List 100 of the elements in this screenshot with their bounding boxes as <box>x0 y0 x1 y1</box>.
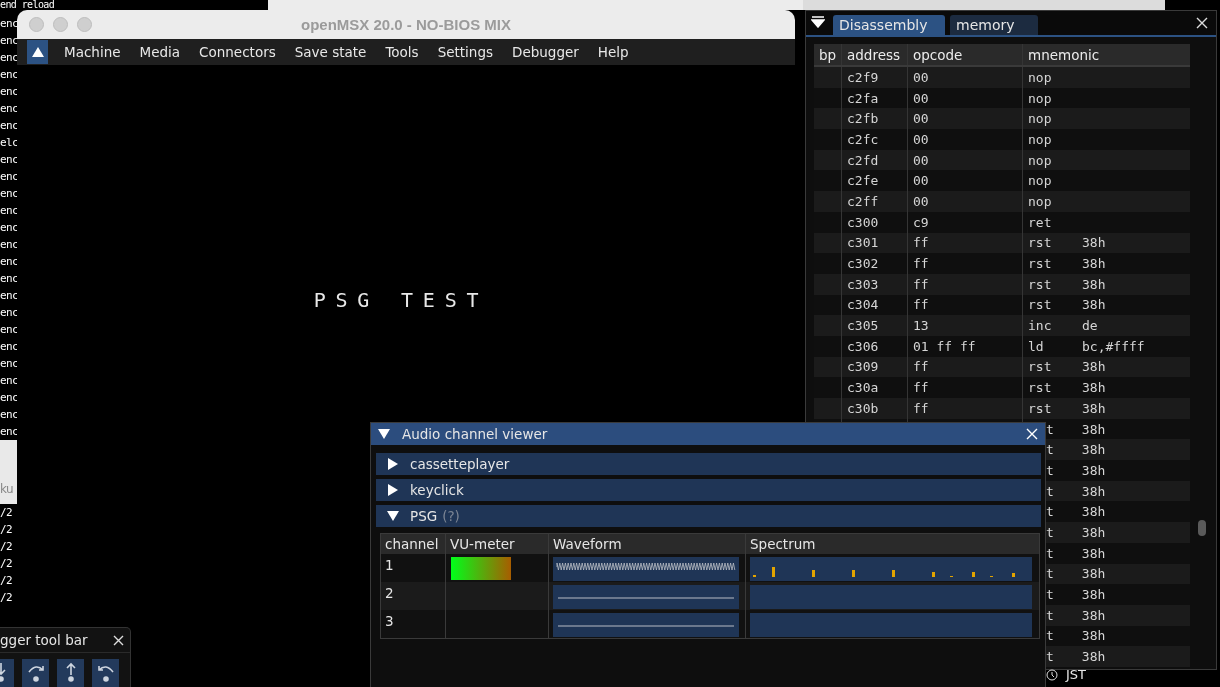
table-cell: c303 <box>847 276 879 292</box>
window-title: Audio channel viewer <box>402 426 548 442</box>
terminal-line: /2 <box>0 522 13 538</box>
table-cell: 38h <box>1081 628 1106 644</box>
triangle-right-icon <box>387 484 399 496</box>
terminal-line: enc <box>0 152 19 168</box>
table-cell-text: rst <box>1028 235 1053 251</box>
table-cell: 38h <box>1082 359 1106 375</box>
terminal-line: /2 <box>0 590 13 606</box>
close-icon[interactable] <box>1196 17 1208 29</box>
table-cell: t <box>1046 442 1054 458</box>
screen-text: PSG TEST <box>313 288 489 312</box>
table-cell-text: nop <box>1028 69 1053 85</box>
table-cell-text: ld <box>1028 338 1045 354</box>
table-cell: t <box>1046 566 1054 582</box>
terminal-line: enc <box>0 339 19 355</box>
table-cell: c2fb <box>847 111 879 127</box>
menu-toggle-button[interactable] <box>27 40 48 64</box>
table-cell-text: rst <box>1028 297 1053 313</box>
section-header[interactable]: keyclick <box>376 479 1041 501</box>
table-cell: c305 <box>847 318 879 334</box>
table-cell-text: rst <box>1028 276 1053 292</box>
tab[interactable]: memory <box>950 15 1038 35</box>
terminal-line: end reload <box>0 0 55 10</box>
table-cell: c30b <box>847 400 879 416</box>
menu-item[interactable]: Connectors <box>191 44 284 60</box>
step-back-button[interactable] <box>92 659 119 687</box>
table-cell-text: rst <box>1028 380 1053 396</box>
table-cell: 2 <box>385 585 394 601</box>
table-cell: 38h <box>1081 462 1106 478</box>
terminal-line: enc <box>0 169 19 185</box>
popup-text: ku <box>0 481 13 498</box>
window-title: openMSX 20.0 - NO-BIOS MIX <box>301 16 511 33</box>
table-cell: 38h <box>1082 235 1106 251</box>
table-cell: c30a <box>847 380 879 396</box>
table-cell: c309 <box>847 359 879 375</box>
table-cell: 3 <box>385 613 394 629</box>
collapse-icon[interactable] <box>811 16 825 28</box>
close-icon[interactable] <box>113 634 124 646</box>
menu-item[interactable]: Tools <box>377 44 427 60</box>
scrollbar-thumb[interactable] <box>1198 520 1206 536</box>
terminal-line: enc <box>0 390 19 406</box>
table-cell: 00 <box>913 69 929 85</box>
menu-item[interactable]: Debugger <box>504 44 587 60</box>
section-header[interactable]: PSG (?) <box>376 505 1041 527</box>
menu-item[interactable]: Machine <box>56 44 129 60</box>
terminal-line: enc <box>0 373 19 389</box>
column-header: address <box>847 46 901 63</box>
table-cell: t <box>1046 483 1054 499</box>
triangle-down-icon[interactable] <box>378 429 390 439</box>
table-cell-text: nop <box>1028 173 1053 189</box>
terminal-line: /2 <box>0 556 13 572</box>
table-cell: ff <box>913 256 929 272</box>
table-cell-text: rst <box>1028 400 1053 416</box>
table-cell-text: inc <box>1028 318 1053 334</box>
section-header[interactable]: cassetteplayer <box>376 453 1041 475</box>
terminal-line: enc <box>0 203 19 219</box>
table-cell: ff <box>913 297 929 313</box>
table-cell: c301 <box>847 235 879 251</box>
table-cell: t <box>1046 462 1054 478</box>
step-over-button[interactable] <box>22 659 49 687</box>
terminal-line: enc <box>0 237 19 253</box>
table-cell-text: nop <box>1028 131 1053 147</box>
table-cell: 01 ff ff <box>913 338 976 354</box>
table-cell: t <box>1046 545 1054 561</box>
table-cell: bc,#ffff <box>1082 338 1145 354</box>
terminal-line: /2 <box>0 573 13 589</box>
table-cell: t <box>1046 649 1054 665</box>
table-cell: de <box>1082 318 1098 334</box>
table-cell: 38h <box>1082 256 1106 272</box>
menu-item[interactable]: Help <box>589 44 637 60</box>
timezone-label: JST <box>1066 667 1087 682</box>
table-cell: c2fe <box>847 173 879 189</box>
step-out-button[interactable] <box>57 659 84 687</box>
table-cell: 1 <box>385 557 394 573</box>
tab[interactable]: Disassembly <box>833 15 945 35</box>
table-cell: 38h <box>1081 566 1106 582</box>
terminal-line: enc <box>0 118 19 134</box>
terminal-line: enc <box>0 407 19 423</box>
menu-item[interactable]: Media <box>131 44 189 60</box>
triangle-up-icon <box>31 47 44 57</box>
table-cell: 38h <box>1081 504 1106 520</box>
table-cell: t <box>1046 504 1054 520</box>
terminal-line: enc <box>0 305 19 321</box>
table-cell: c2fa <box>847 90 879 106</box>
table-cell: 00 <box>913 152 929 168</box>
terminal-line: /2 <box>0 539 13 555</box>
table-cell: c300 <box>847 214 879 230</box>
table-cell: 38h <box>1082 400 1106 416</box>
table-cell: c2fd <box>847 152 879 168</box>
table-cell: 00 <box>913 111 929 127</box>
table-cell: c304 <box>847 297 879 313</box>
table-cell: t <box>1046 607 1054 623</box>
menu-item[interactable]: Save state <box>286 44 375 60</box>
table-cell: c2f9 <box>847 69 879 85</box>
terminal-line: enc <box>0 322 19 338</box>
table-cell: c302 <box>847 256 879 272</box>
table-cell: 00 <box>913 173 929 189</box>
menu-item[interactable]: Settings <box>429 44 501 60</box>
table-cell: 13 <box>913 318 929 334</box>
